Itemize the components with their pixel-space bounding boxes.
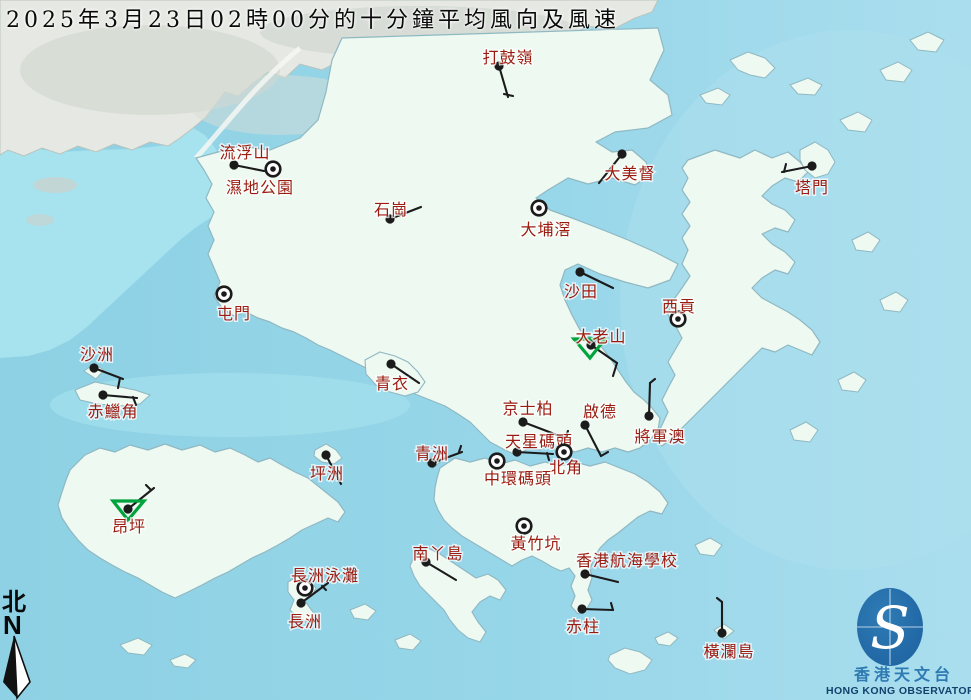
- hko-logo-swirl: S: [870, 594, 910, 662]
- station-dot-icon: [580, 569, 590, 579]
- station-label: 啟德: [583, 402, 617, 421]
- station-label: 塔門: [795, 178, 829, 197]
- calm-dot-icon: [221, 291, 227, 297]
- station-label: 坪洲: [310, 464, 344, 483]
- station-dot-icon: [617, 149, 627, 159]
- station-label: 橫瀾島: [703, 642, 754, 661]
- station-label: 赤鱲角: [87, 402, 138, 421]
- station-label: 中環碼頭: [484, 469, 552, 488]
- station-label: 大埔滘: [520, 220, 571, 239]
- station-label: 香港航海學校: [576, 551, 678, 570]
- station-label: 濕地公園: [226, 178, 294, 197]
- station-dot-icon: [644, 411, 654, 421]
- station-dot-icon: [717, 628, 727, 638]
- station-label: 沙田: [564, 282, 598, 301]
- station-dot-icon: [296, 598, 306, 608]
- station-dot-icon: [123, 504, 133, 514]
- station-label: 青衣: [375, 374, 409, 393]
- wind-map-page: 打鼓嶺流浮山濕地公園石崗 大美督塔門大埔滘沙田西貢大老山 屯門沙洲赤鱲角 青衣京士柏 啟…: [0, 0, 971, 700]
- station-label: 石崗: [374, 200, 408, 219]
- station-dot-icon: [89, 363, 99, 373]
- calm-dot-icon: [521, 523, 527, 529]
- calm-dot-icon: [494, 458, 500, 464]
- calm-dot-icon: [536, 205, 542, 211]
- wind-barb-line: [647, 381, 652, 418]
- station-label: 大美督: [604, 164, 655, 183]
- station-dot-icon: [580, 420, 590, 430]
- station-label: 屯門: [217, 304, 251, 323]
- map-canvas: 打鼓嶺流浮山濕地公園石崗 大美督塔門大埔滘沙田西貢大老山 屯門沙洲赤鱲角 青衣京士柏 啟…: [0, 0, 971, 700]
- calm-dot-icon: [302, 585, 308, 591]
- station-label: 黃竹坑: [510, 534, 561, 553]
- station-dot-icon: [321, 450, 331, 460]
- station-label: 大老山: [575, 327, 626, 346]
- station-label: 京士柏: [502, 399, 553, 418]
- station-label: 北角: [549, 458, 583, 477]
- station-dot-icon: [577, 604, 587, 614]
- station-dot-icon: [575, 267, 585, 277]
- station-dot-icon: [518, 417, 528, 427]
- map-title: 2025年3月23日02時00分的十分鐘平均風向及風速: [6, 8, 620, 33]
- station-label: 西貢: [662, 297, 696, 316]
- station-label: 青洲: [415, 444, 449, 463]
- calm-dot-icon: [675, 316, 681, 322]
- calm-dot-icon: [270, 166, 276, 172]
- calm-dot-icon: [561, 449, 567, 455]
- station-label: 昂坪: [112, 517, 146, 536]
- station-dot-icon: [386, 359, 396, 369]
- wind-barb-line: [580, 607, 615, 612]
- compass-north-letter: N: [3, 610, 22, 640]
- station-label: 南丫島: [412, 544, 463, 563]
- hko-logo-english: HONG KONG OBSERVATORY: [826, 685, 971, 697]
- station-dot-icon: [807, 161, 817, 171]
- station-label: 長洲泳灘: [291, 566, 359, 585]
- station-label: 打鼓嶺: [482, 48, 533, 67]
- station-label: 長洲: [288, 612, 322, 631]
- station-label: 將軍澳: [634, 427, 685, 446]
- station-label: 沙洲: [80, 345, 114, 364]
- station-label: 赤柱: [566, 617, 600, 636]
- station-dot-icon: [98, 390, 108, 400]
- hko-logo-chinese: 香港天文台: [853, 665, 954, 684]
- station-label: 流浮山: [219, 143, 270, 162]
